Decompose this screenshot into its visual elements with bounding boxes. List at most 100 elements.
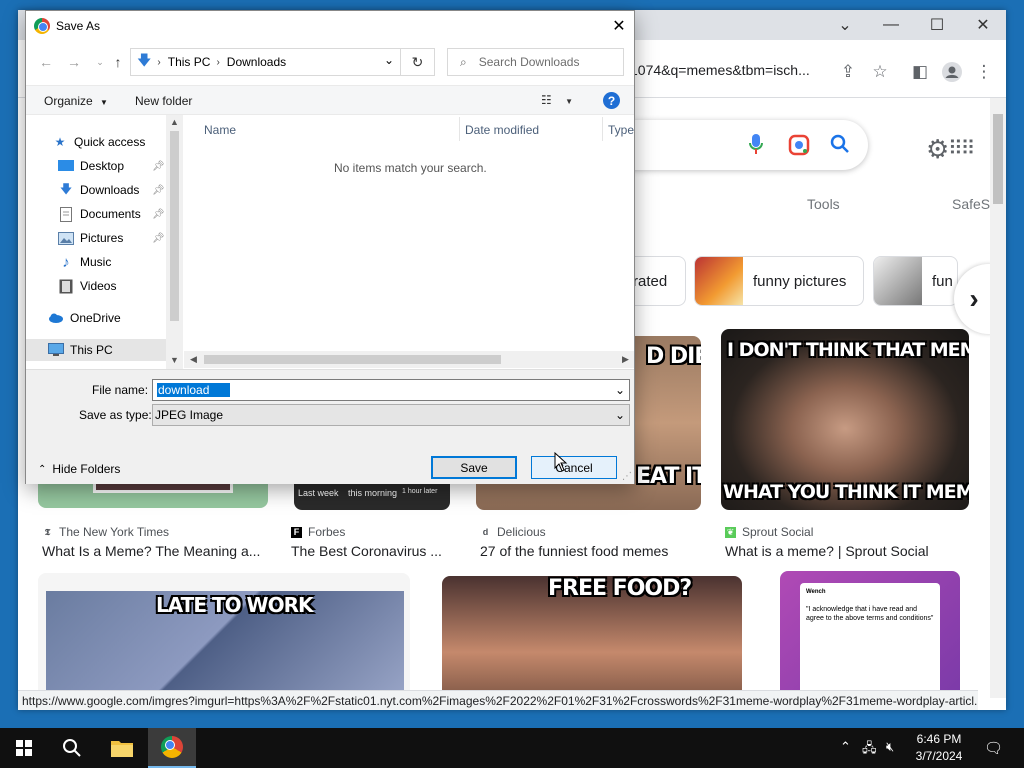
nav-item-this-pc[interactable]: This PC: [26, 339, 166, 361]
chip-funny-pictures[interactable]: funny pictures: [694, 256, 864, 306]
source-name: Sprout Social: [742, 525, 814, 539]
bookmark-star-icon[interactable]: ☆: [868, 60, 892, 84]
chevron-down-icon[interactable]: ⌄: [615, 383, 625, 397]
image-result-tweet[interactable]: Wench "I acknowledge that i have read an…: [780, 571, 960, 703]
scroll-down-icon[interactable]: ▼: [170, 355, 179, 365]
chevron-down-icon[interactable]: ⌄: [384, 53, 394, 67]
breadcrumb-downloads[interactable]: Downloads: [227, 55, 286, 69]
back-arrow-icon[interactable]: ←: [36, 51, 56, 73]
file-explorer-icon[interactable]: [98, 728, 146, 768]
image-result-late-to-work[interactable]: LATE TO WORK: [38, 573, 410, 703]
up-arrow-icon[interactable]: ↑: [108, 51, 128, 73]
windows-start-icon[interactable]: [0, 728, 48, 768]
forward-arrow-icon[interactable]: →: [64, 51, 84, 73]
nav-item-documents[interactable]: Documents 📌︎: [58, 203, 166, 225]
recent-locations-icon[interactable]: ⌄: [90, 51, 110, 73]
nav-item-downloads[interactable]: 🡇 Downloads 📌︎: [58, 179, 166, 201]
image-title[interactable]: What Is a Meme? The Meaning a...: [42, 543, 264, 559]
file-name-input[interactable]: [157, 383, 230, 397]
image-source: F Forbes: [291, 525, 345, 539]
search-field[interactable]: ⌕: [447, 48, 624, 76]
nav-item-label: Music: [80, 255, 112, 269]
menu-icon[interactable]: ⋮: [972, 60, 996, 84]
search-icon[interactable]: [830, 134, 850, 159]
search-input[interactable]: [478, 55, 609, 69]
image-result-free-food[interactable]: FREE FOOD?: [442, 576, 742, 703]
column-header-type[interactable]: Type: [608, 123, 634, 137]
nav-item-label: OneDrive: [70, 311, 121, 325]
chevron-up-icon[interactable]: ⌃: [840, 739, 851, 755]
image-title[interactable]: What is a meme? | Sprout Social: [725, 543, 965, 559]
file-name-combobox[interactable]: ⌄: [152, 379, 630, 401]
hide-folders-toggle[interactable]: ⌃ Hide Folders: [38, 462, 120, 476]
minimize-button[interactable]: —: [868, 10, 914, 40]
volume-muted-icon[interactable]: 🔇︎: [886, 739, 894, 755]
image-source: d Delicious: [480, 525, 546, 539]
close-icon[interactable]: ✕: [604, 11, 634, 41]
image-title[interactable]: The Best Coronavirus ...: [291, 543, 451, 559]
save-button[interactable]: Save: [431, 456, 517, 479]
cancel-button[interactable]: Cancel: [531, 456, 617, 479]
nav-pane-scrollbar[interactable]: ▲ ▼: [166, 115, 183, 369]
side-panel-icon[interactable]: ◧: [908, 60, 932, 84]
chip-fun[interactable]: fun: [873, 256, 958, 306]
breadcrumb-this-pc[interactable]: This PC: [168, 55, 211, 69]
tools-tab[interactable]: Tools: [807, 196, 840, 212]
lens-icon[interactable]: [788, 134, 810, 161]
safesearch-label[interactable]: SafeS: [952, 196, 990, 212]
pin-icon[interactable]: 📌︎: [152, 161, 165, 172]
view-options-icon[interactable]: ☷ ▼: [541, 93, 573, 107]
file-list-hscrollbar[interactable]: ◀ ▶: [184, 351, 634, 368]
address-bar-url[interactable]: 1074&q=memes&tbm=isch...: [630, 62, 810, 78]
nav-item-music[interactable]: ♪ Music: [58, 251, 111, 273]
column-divider[interactable]: [602, 117, 603, 141]
nav-item-pictures[interactable]: Pictures 📌︎: [58, 227, 166, 249]
network-icon[interactable]: 🖧︎: [862, 739, 877, 761]
resize-grip-icon[interactable]: ⋰: [622, 471, 632, 482]
system-clock[interactable]: 6:46 PM 3/7/2024: [908, 731, 970, 765]
page-scrollbar[interactable]: [990, 98, 1006, 698]
image-source: ❦ Sprout Social: [725, 525, 813, 539]
new-folder-button[interactable]: New folder: [135, 94, 192, 108]
nav-item-videos[interactable]: Videos: [58, 275, 116, 297]
save-type-select[interactable]: JPEG Image ⌄: [152, 404, 630, 426]
chevron-right-icon[interactable]: ›: [216, 57, 219, 68]
meme-top-text: LATE TO WORK: [156, 593, 314, 617]
chevron-right-icon[interactable]: ›: [157, 57, 160, 68]
tab-search-icon[interactable]: ⌄: [822, 10, 868, 40]
chevron-down-icon[interactable]: ⌄: [615, 408, 625, 422]
voice-search-icon[interactable]: [748, 133, 764, 160]
chevron-right-icon[interactable]: ›: [954, 264, 994, 334]
column-divider[interactable]: [459, 117, 460, 141]
search-icon[interactable]: [48, 728, 96, 768]
profile-icon[interactable]: [940, 60, 964, 84]
column-header-name[interactable]: Name: [204, 123, 236, 137]
pin-icon[interactable]: 📌︎: [152, 209, 165, 220]
nav-item-desktop[interactable]: Desktop 📌︎: [58, 155, 166, 177]
scroll-left-icon[interactable]: ◀: [190, 354, 197, 365]
star-icon: ★: [54, 135, 66, 149]
scrollbar-thumb[interactable]: [204, 355, 501, 364]
maximize-button[interactable]: ☐: [914, 10, 960, 40]
organize-menu[interactable]: Organize ▼: [44, 94, 108, 108]
refresh-icon[interactable]: ↻: [401, 48, 435, 76]
address-breadcrumb[interactable]: 🡇 › This PC › Downloads ⌄: [130, 48, 401, 76]
apps-grid-icon[interactable]: ⠿⠿: [948, 136, 975, 161]
nav-item-quick-access[interactable]: ★ Quick access: [52, 131, 146, 153]
scroll-right-icon[interactable]: ▶: [622, 354, 629, 365]
image-result-sprout[interactable]: I DON'T THINK THAT MEMES WHAT YOU THINK …: [721, 329, 969, 510]
notifications-icon[interactable]: 🗨︎: [984, 739, 1003, 757]
image-title[interactable]: 27 of the funniest food memes: [480, 543, 700, 559]
close-button[interactable]: ✕: [960, 10, 1006, 40]
pin-icon[interactable]: 📌︎: [152, 185, 165, 196]
scroll-up-icon[interactable]: ▲: [170, 117, 179, 127]
share-icon[interactable]: ⇪: [836, 60, 860, 84]
settings-gear-icon[interactable]: ⚙: [926, 134, 949, 165]
chrome-taskbar-icon[interactable]: [148, 728, 196, 768]
scrollbar-thumb[interactable]: [993, 114, 1003, 204]
scrollbar-thumb[interactable]: [170, 131, 179, 321]
pin-icon[interactable]: 📌︎: [152, 233, 165, 244]
help-icon[interactable]: ?: [603, 92, 620, 109]
column-header-date-modified[interactable]: Date modified: [465, 123, 539, 137]
nav-item-onedrive[interactable]: OneDrive: [48, 307, 121, 329]
